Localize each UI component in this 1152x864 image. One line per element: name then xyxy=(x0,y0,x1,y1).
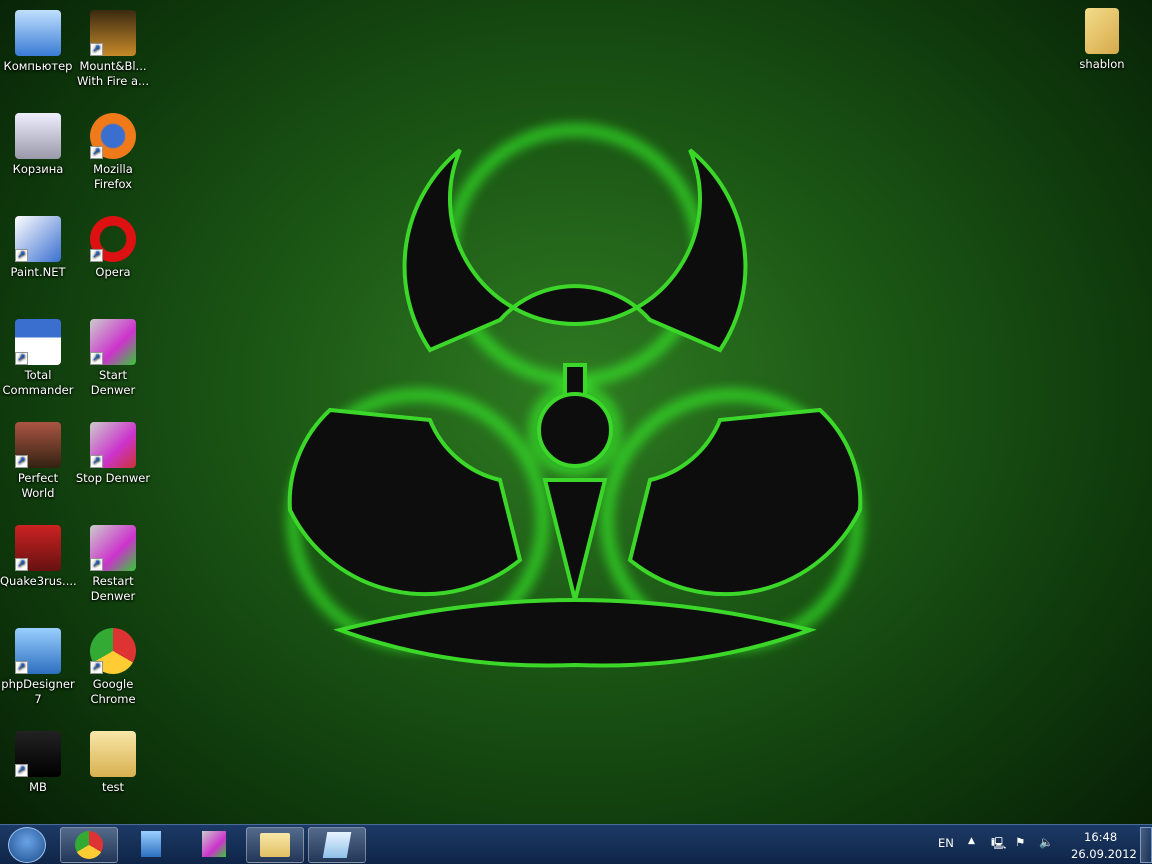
desktop-icon[interactable]: ↗ Paint.NET xyxy=(0,212,76,280)
denwer-start-icon: ↗ xyxy=(90,319,136,365)
desktop-icon[interactable]: ↗ Google Chrome xyxy=(75,624,151,707)
icon-label: Mozilla Firefox xyxy=(93,162,133,191)
clock-time[interactable]: 16:48 xyxy=(1084,830,1117,844)
shortcut-arrow-icon: ↗ xyxy=(15,661,28,674)
shortcut-arrow-icon: ↗ xyxy=(15,249,28,262)
icon-label: Mount&Bl... With Fire a... xyxy=(77,59,149,88)
shortcut-arrow-icon: ↗ xyxy=(15,764,28,777)
desktop-icon[interactable]: ↗ Mozilla Firefox xyxy=(75,109,151,192)
taskbar-chrome-button[interactable] xyxy=(60,827,118,863)
shortcut-arrow-icon: ↗ xyxy=(90,249,103,262)
icon-label: Restart Denwer xyxy=(90,574,136,603)
volume-icon[interactable]: 🔈 xyxy=(1039,835,1053,849)
desktop-icon[interactable]: ↗ Perfect World xyxy=(0,418,76,501)
phpdesigner-icon: ↗ xyxy=(15,628,61,674)
icon-label: Paint.NET xyxy=(10,265,66,279)
paintnet-icon: ↗ xyxy=(15,216,61,262)
desktop-icon[interactable]: ↗ MB xyxy=(0,727,76,795)
icon-label: test xyxy=(101,780,125,794)
taskbar-phpdesigner-button[interactable] xyxy=(122,827,180,863)
desktop-icon[interactable]: ↗ Quake3rus.... xyxy=(0,521,77,589)
shortcut-arrow-icon: ↗ xyxy=(90,558,103,571)
perfect-world-icon: ↗ xyxy=(15,422,61,468)
icon-label: phpDesigner 7 xyxy=(1,677,75,706)
icon-label: Start Denwer xyxy=(90,368,136,397)
folder-documents-icon xyxy=(1085,8,1119,54)
desktop-icon[interactable]: ↗ Restart Denwer xyxy=(75,521,151,604)
denwer-stop-icon: ↗ xyxy=(90,422,136,468)
denwer-icon xyxy=(202,831,226,857)
shortcut-arrow-icon: ↗ xyxy=(15,455,28,468)
shortcut-arrow-icon: ↗ xyxy=(90,352,103,365)
desktop-icon[interactable]: ↗ Mount&Bl... With Fire a... xyxy=(75,6,151,89)
opera-icon: ↗ xyxy=(90,216,136,262)
desktop-icon[interactable]: ↗ phpDesigner 7 xyxy=(0,624,76,707)
network-icon[interactable]: 🖳 xyxy=(991,836,1006,855)
shortcut-arrow-icon: ↗ xyxy=(90,661,103,674)
icon-label: shablon xyxy=(1079,57,1125,71)
shortcut-arrow-icon: ↗ xyxy=(90,455,103,468)
icon-label: Perfect World xyxy=(17,471,59,500)
taskbar-denwer-button[interactable] xyxy=(185,827,243,863)
notepad-icon xyxy=(322,832,352,858)
taskbar: EN ▲ 🖳 ⚑ 🔈 16:48 26.09.2012 xyxy=(0,824,1152,864)
icon-label: Google Chrome xyxy=(90,677,136,706)
icon-label: Stop Denwer xyxy=(75,471,151,485)
start-button[interactable] xyxy=(8,827,46,863)
denwer-restart-icon: ↗ xyxy=(90,525,136,571)
shortcut-arrow-icon: ↗ xyxy=(90,146,103,159)
clock-date[interactable]: 26.09.2012 xyxy=(1071,847,1137,861)
desktop-icon[interactable]: ↗ Opera xyxy=(75,212,151,280)
folder-icon xyxy=(260,833,290,857)
taskbar-explorer-button[interactable] xyxy=(246,827,304,863)
desktop-icon[interactable]: test xyxy=(75,727,151,795)
taskbar-notepad-button[interactable] xyxy=(308,827,366,863)
mount-blade-fs-icon: ↗ xyxy=(90,10,136,56)
desktop-icon[interactable]: Компьютер xyxy=(0,6,76,74)
chrome-icon: ↗ xyxy=(90,628,136,674)
phpdesigner-icon xyxy=(141,831,161,857)
shortcut-arrow-icon: ↗ xyxy=(90,43,103,56)
folder-icon xyxy=(90,731,136,777)
icon-label: Корзина xyxy=(12,162,64,176)
icon-label: Total Commander xyxy=(2,368,74,397)
show-desktop-button[interactable] xyxy=(1140,827,1152,863)
desktop-icon[interactable]: Корзина xyxy=(0,109,76,177)
action-center-flag-icon[interactable]: ⚑ xyxy=(1015,835,1025,849)
recycle-bin-icon xyxy=(15,113,61,159)
desktop-icon[interactable]: ↗ Start Denwer xyxy=(75,315,151,398)
chrome-icon xyxy=(75,831,103,859)
computer-icon xyxy=(15,10,61,56)
shortcut-arrow-icon: ↗ xyxy=(15,352,28,365)
icon-label: Opera xyxy=(95,265,131,279)
desktop-icon[interactable]: ↗ Stop Denwer xyxy=(75,418,151,486)
desktop-icon[interactable]: ↗ Total Commander xyxy=(0,315,76,398)
desktop-icon-shablon[interactable]: shablon xyxy=(1064,4,1140,72)
show-hidden-icons-button[interactable]: ▲ xyxy=(968,836,975,846)
biohazard-wallpaper xyxy=(287,125,863,668)
icon-label: Quake3rus.... xyxy=(0,574,77,588)
mb-icon: ↗ xyxy=(15,731,61,777)
shortcut-arrow-icon: ↗ xyxy=(15,558,28,571)
quake3-icon: ↗ xyxy=(15,525,61,571)
icon-label: MB xyxy=(29,780,47,794)
icon-label: Компьютер xyxy=(3,59,73,73)
total-commander-icon: ↗ xyxy=(15,319,61,365)
language-indicator[interactable]: EN xyxy=(938,836,954,850)
firefox-icon: ↗ xyxy=(90,113,136,159)
